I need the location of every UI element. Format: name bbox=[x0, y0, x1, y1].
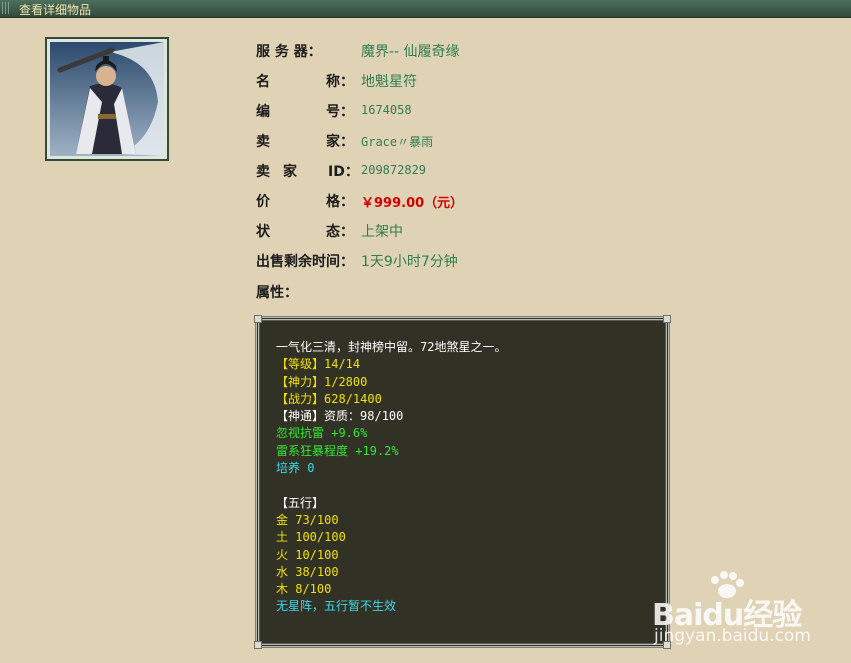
seller-label: 卖家： bbox=[256, 134, 354, 150]
name-value: 地魁星符 bbox=[361, 74, 417, 90]
server-label: 服 务 器： bbox=[256, 44, 322, 60]
name-label: 名称： bbox=[256, 74, 354, 90]
desc-level: 【等级】14/14 bbox=[276, 357, 361, 372]
description-text: 一气化三清，封神榜中留。72地煞星之一。 【等级】14/14 【神力】1/280… bbox=[276, 339, 658, 616]
desc-star-array: 无星阵，五行暂不生效 bbox=[276, 599, 397, 614]
baidu-watermark: Baidu经验 jingyan.baidu.com bbox=[652, 570, 842, 650]
desc-shentong: 【神通】资质：98/100 bbox=[276, 408, 658, 425]
corner-ornament bbox=[254, 315, 262, 323]
server-value: 魔界-- 仙履奇缘 bbox=[361, 44, 460, 60]
desc-spacer bbox=[276, 477, 658, 494]
desc-metal: 金 73/100 bbox=[276, 512, 339, 527]
desc-wood: 木 8/100 bbox=[276, 582, 332, 597]
price-value: ￥999.00（元） bbox=[361, 196, 464, 211]
grip-icon bbox=[2, 2, 11, 14]
number-value: 1674058 bbox=[361, 103, 412, 117]
status-label: 状态： bbox=[256, 224, 354, 240]
status-value: 上架中 bbox=[361, 224, 403, 240]
item-portrait-frame bbox=[45, 37, 169, 161]
watermark-url: jingyan.baidu.com bbox=[654, 626, 811, 646]
window-title: 查看详细物品 bbox=[19, 3, 92, 17]
desc-aptitude: 资质：98/100 bbox=[324, 409, 404, 424]
desc-thunder-berserk: 雷系狂暴程度 +19.2% bbox=[276, 443, 399, 458]
desc-cultivate: 培养 0 bbox=[276, 461, 315, 476]
item-description-box: 一气化三清，封神榜中留。72地煞星之一。 【等级】14/14 【神力】1/280… bbox=[254, 315, 671, 649]
window-titlebar: 查看详细物品 bbox=[0, 0, 851, 18]
desc-ignore-thunder-resist: 忽视抗雷 +9.6% bbox=[276, 426, 368, 441]
desc-fire: 火 10/100 bbox=[276, 547, 339, 562]
item-portrait bbox=[50, 42, 164, 156]
corner-ornament bbox=[254, 641, 262, 649]
desc-battle-power: 【战力】628/1400 bbox=[276, 391, 382, 406]
desc-divine-power: 【神力】1/2800 bbox=[276, 374, 368, 389]
desc-five-elements-title: 【五行】 bbox=[276, 495, 325, 510]
number-label: 编号： bbox=[256, 104, 354, 120]
seller-value: Grace〃暴雨 bbox=[361, 135, 434, 149]
seller-id-value: 209872829 bbox=[361, 163, 427, 177]
desc-water: 水 38/100 bbox=[276, 564, 339, 579]
seller-id-label: 卖家 ID： bbox=[256, 164, 359, 180]
time-label: 出售剩余时间： bbox=[256, 254, 354, 270]
time-value: 1天9小时7分钟 bbox=[361, 254, 458, 270]
price-label: 价格： bbox=[256, 194, 354, 210]
desc-earth: 土 100/100 bbox=[276, 530, 346, 545]
corner-ornament bbox=[663, 315, 671, 323]
attr-label: 属性： bbox=[256, 285, 298, 301]
desc-shentong-prefix: 【神通】 bbox=[276, 409, 325, 424]
desc-intro: 一气化三清，封神榜中留。72地煞星之一。 bbox=[276, 340, 507, 354]
